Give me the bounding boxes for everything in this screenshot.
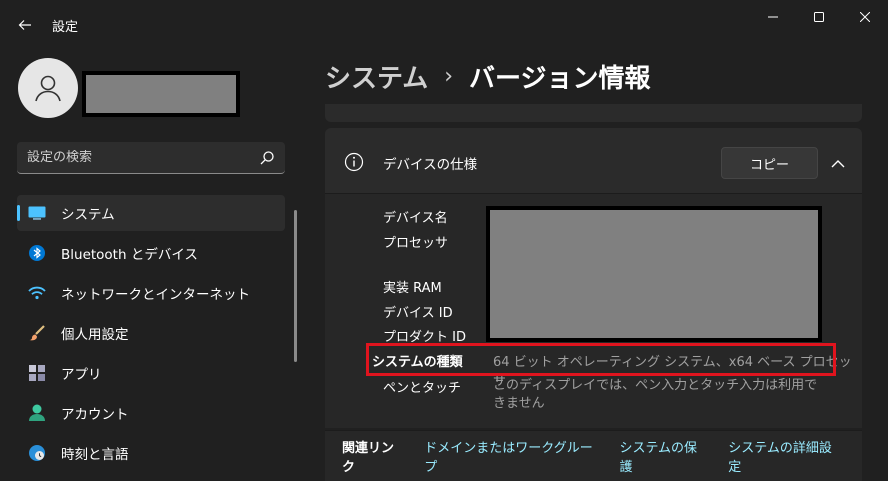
link-advanced-system-settings[interactable]: システムの詳細設定 [728,437,840,475]
sidebar-item-label: アカウント [61,407,129,423]
device-spec-title: デバイスの仕様 [383,157,478,173]
breadcrumb-parent[interactable]: システム [325,58,428,95]
device-spec-card: デバイスの仕様 コピー デバイス名 プロセッサ 実装 RAM デバイス ID プ… [325,128,862,428]
info-icon [344,152,364,172]
spec-label-ram: 実装 RAM [383,281,442,296]
window-title: 設定 [52,20,79,35]
arrow-left-icon [18,20,31,30]
wifi-icon [27,283,47,303]
highlight-box [366,343,836,376]
globe-clock-icon [27,443,47,463]
sidebar-nav: システム Bluetooth とデバイス ネットワークとインターネット 個人用設… [17,195,285,475]
spec-value-pen-touch: このディスプレイでは、ペン入力とタッチ入力は利用できません [493,378,818,411]
sidebar-item-apps[interactable]: アプリ [17,355,285,391]
close-icon [860,12,870,22]
search-input[interactable] [27,150,259,165]
spec-label-device-id: デバイス ID [383,306,453,321]
sidebar-item-label: 個人用設定 [61,327,129,343]
search-box[interactable] [17,142,285,174]
redacted-user-name [82,71,240,117]
sidebar-item-system[interactable]: システム [17,195,285,231]
sidebar-item-accounts[interactable]: アカウント [17,395,285,431]
minimize-button[interactable] [750,0,796,34]
back-button[interactable] [10,10,40,40]
sidebar-item-bluetooth[interactable]: Bluetooth とデバイス [17,235,285,271]
minimize-icon [768,16,778,18]
bluetooth-icon [27,243,47,263]
spec-label-processor: プロセッサ [383,236,449,251]
collapse-button[interactable] [827,152,849,174]
spec-label-device-name: デバイス名 [383,211,448,226]
previous-card-edge [325,104,862,122]
account-icon [27,403,47,423]
related-links-bar: 関連リンク ドメインまたはワークグループ システムの保護 システムの詳細設定 [325,430,862,481]
page-title: バージョン情報 [469,63,651,94]
sidebar-item-label: 時刻と言語 [61,447,129,463]
sidebar-item-label: ネットワークとインターネット [61,287,250,303]
link-domain-workgroup[interactable]: ドメインまたはワークグループ [424,437,597,475]
sidebar-item-network[interactable]: ネットワークとインターネット [17,275,285,311]
sidebar-scrollbar[interactable] [294,210,297,362]
close-button[interactable] [842,0,888,34]
redacted-spec-values [486,206,822,342]
chevron-up-icon [831,159,845,167]
sidebar-item-personalization[interactable]: 個人用設定 [17,315,285,351]
system-icon [27,203,47,223]
breadcrumb: システム › バージョン情報 [325,56,651,96]
spec-label-pen-touch: ペンとタッチ [383,381,462,396]
link-system-protection[interactable]: システムの保護 [619,437,706,475]
sidebar-item-label: Bluetooth とデバイス [61,247,198,263]
copy-button[interactable]: コピー [721,147,818,179]
sidebar-item-label: システム [61,207,115,223]
sidebar-item-label: アプリ [61,367,102,383]
person-icon [35,75,61,102]
breadcrumb-separator: › [444,63,454,89]
title-bar: 設定 [0,0,888,48]
avatar[interactable] [18,58,78,118]
related-links-title: 関連リンク [342,441,395,475]
apps-icon [27,363,47,383]
brush-icon [27,323,47,343]
search-icon[interactable] [259,150,275,166]
device-spec-header[interactable]: デバイスの仕様 コピー [325,128,862,194]
maximize-button[interactable] [796,0,842,34]
sidebar-item-time-language[interactable]: 時刻と言語 [17,435,285,471]
maximize-icon [814,12,824,22]
